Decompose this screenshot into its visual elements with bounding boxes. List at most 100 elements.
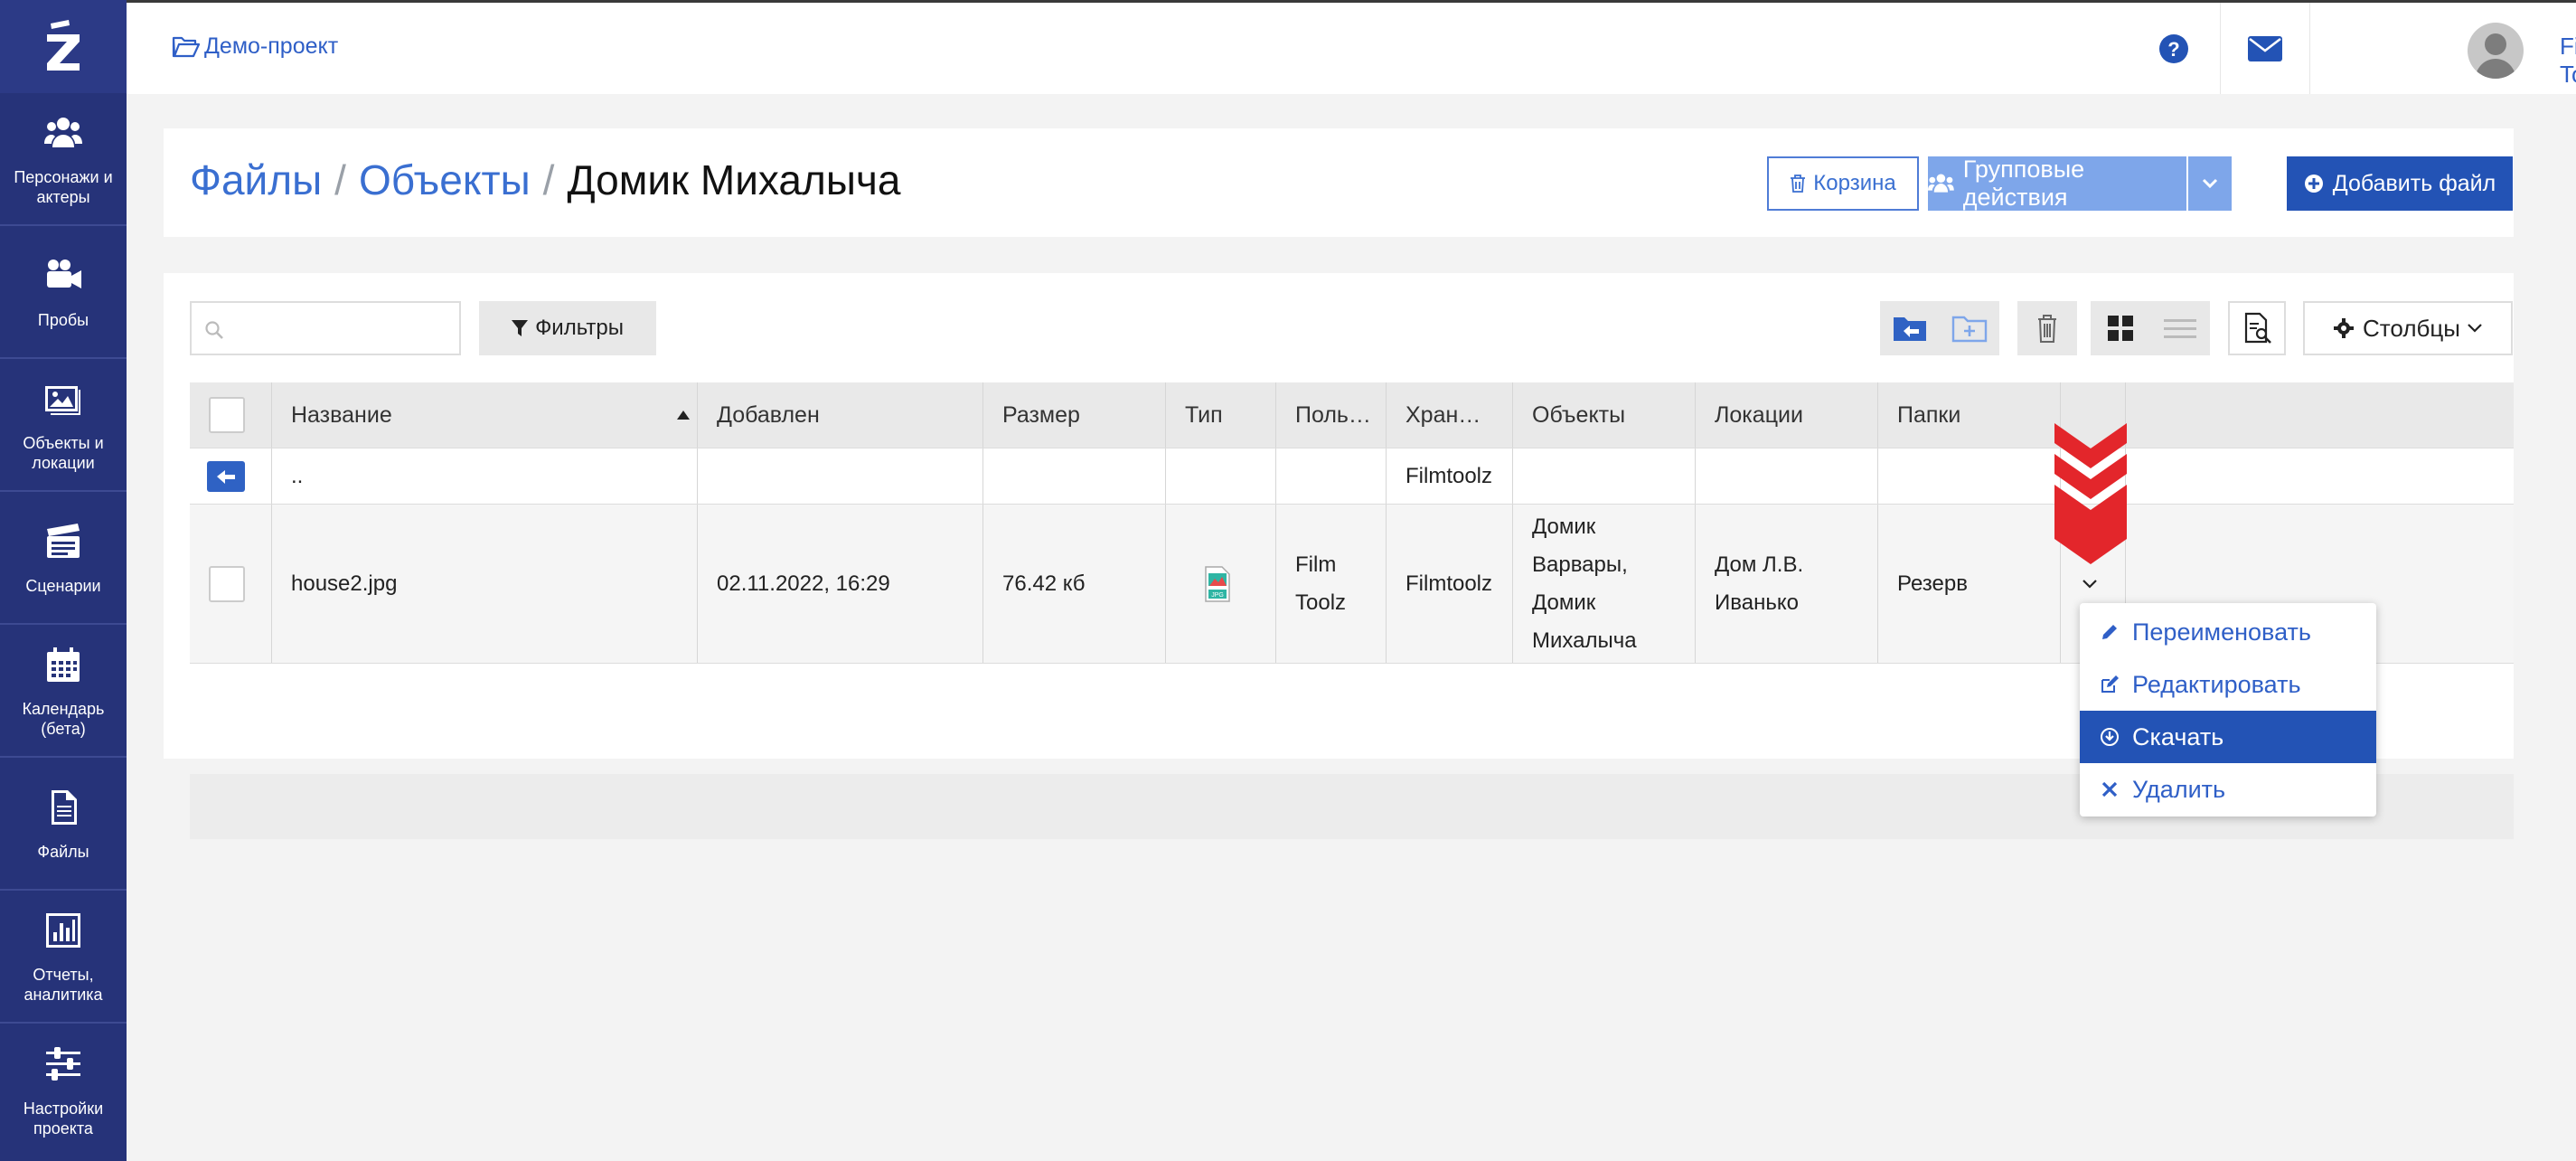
- column-header-locations[interactable]: Локации: [1696, 382, 1878, 448]
- grid-icon: [2108, 316, 2133, 341]
- sidebar-item-label: Отчеты, аналитика: [24, 965, 103, 1004]
- document-search-icon: [2244, 312, 2271, 344]
- table-row-parent[interactable]: .. Filmtoolz: [190, 448, 2514, 505]
- sidebar-item-scenarios[interactable]: Сценарии: [0, 492, 127, 625]
- page-header: Файлы / Объекты / Домик Михалыча Корзина Гру…: [164, 128, 2514, 237]
- svg-text:?: ?: [2167, 38, 2179, 61]
- trash-button[interactable]: Корзина: [1767, 156, 1919, 211]
- clapperboard-icon: [42, 520, 85, 563]
- group-actions-main[interactable]: Групповые действия: [1928, 156, 2186, 212]
- folder-open-icon: [172, 36, 201, 57]
- select-all-checkbox[interactable]: [209, 397, 245, 433]
- project-link[interactable]: Демо-проект: [172, 33, 338, 60]
- list-view-button[interactable]: [2150, 301, 2210, 355]
- menu-item-download[interactable]: Скачать: [2080, 711, 2376, 763]
- users-icon: [1928, 174, 1954, 193]
- file-size: 76.42 кб: [983, 505, 1166, 663]
- file-user-line: Film: [1295, 552, 1337, 577]
- breadcrumb-files[interactable]: Файлы: [190, 156, 322, 203]
- filter-icon: [512, 320, 529, 336]
- trash-icon: [1791, 175, 1806, 193]
- parent-folder-button[interactable]: [1880, 301, 1940, 355]
- sliders-icon: [42, 1043, 85, 1086]
- table-header: Название Добавлен Размер Тип Поль… Хран……: [190, 382, 2514, 448]
- sidebar-item-reports[interactable]: Отчеты, аналитика: [0, 891, 127, 1024]
- sidebar-item-characters[interactable]: Персонажи и актеры: [0, 93, 127, 226]
- file-name[interactable]: house2.jpg: [272, 505, 698, 663]
- breadcrumb-separator: /: [542, 156, 555, 203]
- project-name: Демо-проект: [204, 33, 339, 59]
- grid-view-button[interactable]: [2091, 301, 2150, 355]
- sidebar-item-calendar[interactable]: Календарь (бета): [0, 625, 127, 758]
- menu-item-label: Скачать: [2132, 722, 2224, 750]
- menu-item-label: Переименовать: [2132, 618, 2311, 646]
- column-header-size[interactable]: Размер: [983, 382, 1166, 448]
- sidebar-item-settings[interactable]: Настройки проекта: [0, 1024, 127, 1156]
- sidebar-item-label: Пробы: [37, 310, 89, 329]
- file-icon: [42, 786, 85, 829]
- sidebar-item-label: Настройки проекта: [23, 1099, 104, 1137]
- column-header-added[interactable]: Добавлен: [698, 382, 983, 448]
- empty-cell: [1166, 448, 1276, 504]
- file-type-badge: JPG: [1211, 592, 1224, 599]
- group-actions-label: Групповые действия: [1962, 156, 2085, 211]
- sidebar-item-label: Сценарии: [25, 576, 101, 595]
- menu-item-delete[interactable]: Удалить: [2080, 763, 2376, 816]
- filters-button[interactable]: Фильтры: [479, 301, 656, 355]
- file-objects-line: Варвары,: [1532, 552, 1628, 577]
- sidebar-item-label: Календарь (бета): [22, 699, 105, 738]
- select-all-cell: [190, 382, 272, 448]
- calendar-icon: [42, 643, 85, 686]
- file-type-cell: JPG: [1166, 505, 1276, 663]
- sidebar-item-files[interactable]: Файлы: [0, 758, 127, 891]
- help-button[interactable]: ?: [2129, 3, 2219, 94]
- breadcrumb-objects[interactable]: Объекты: [359, 156, 531, 203]
- folder-plus-icon: [1951, 316, 1988, 343]
- file-locations-line: Дом Л.В.: [1715, 552, 1804, 577]
- add-file-label: Добавить файл: [2332, 170, 2496, 196]
- empty-cell: [1276, 448, 1387, 504]
- page-title: Домик Михалыча: [567, 156, 901, 203]
- filters-label: Фильтры: [535, 316, 624, 340]
- parent-storage: Filmtoolz: [1387, 448, 1513, 504]
- search-icon: [205, 321, 223, 339]
- avatar[interactable]: [2468, 23, 2524, 79]
- column-header-storage[interactable]: Хран…: [1387, 382, 1513, 448]
- columns-button[interactable]: Столбцы: [2303, 301, 2513, 355]
- app-logo[interactable]: [0, 0, 127, 93]
- group-actions-button[interactable]: Групповые действия: [1928, 156, 2232, 211]
- menu-item-edit[interactable]: Редактировать: [2080, 658, 2376, 711]
- sidebar-item-objects[interactable]: Объекты и локации: [0, 359, 127, 492]
- user-name-link[interactable]: Film Toolz: [2560, 33, 2576, 89]
- breadcrumb: Файлы / Объекты / Домик Михалыча: [190, 156, 900, 204]
- search-input[interactable]: [190, 301, 461, 355]
- edit-icon: [2101, 675, 2119, 693]
- empty-cell: [698, 448, 983, 504]
- column-header-name[interactable]: Название: [272, 382, 698, 448]
- close-icon: [2101, 781, 2118, 798]
- user-silhouette-icon: [2475, 33, 2516, 79]
- delete-selected-button[interactable]: [2017, 301, 2077, 355]
- group-actions-dropdown-toggle[interactable]: [2186, 156, 2232, 211]
- chevron-down-icon: [2202, 178, 2218, 189]
- column-header-objects[interactable]: Объекты: [1513, 382, 1696, 448]
- preview-button[interactable]: [2228, 301, 2286, 355]
- add-file-button[interactable]: Добавить файл: [2287, 156, 2513, 211]
- row-actions-menu: Переименовать Редактировать Скачать Удал…: [2080, 603, 2376, 816]
- column-header-type[interactable]: Тип: [1166, 382, 1276, 448]
- column-header-folders[interactable]: Папки: [1878, 382, 2061, 448]
- file-objects-line: Михалыча: [1532, 628, 1637, 653]
- new-folder-button[interactable]: [1940, 301, 1999, 355]
- chevron-down-icon: [2468, 324, 2482, 333]
- column-header-user[interactable]: Поль…: [1276, 382, 1387, 448]
- parent-folder-icon[interactable]: [207, 460, 245, 492]
- sidebar-item-auditions[interactable]: Пробы: [0, 226, 127, 359]
- list-icon: [2164, 319, 2196, 338]
- column-header-name-label: Название: [291, 401, 392, 428]
- messages-button[interactable]: [2220, 3, 2310, 94]
- row-checkbox[interactable]: [209, 565, 245, 602]
- chevron-down-icon: [2082, 579, 2097, 589]
- gear-icon: [2334, 318, 2355, 338]
- sidebar-item-label: Персонажи и актеры: [14, 167, 113, 206]
- menu-item-rename[interactable]: Переименовать: [2080, 606, 2376, 658]
